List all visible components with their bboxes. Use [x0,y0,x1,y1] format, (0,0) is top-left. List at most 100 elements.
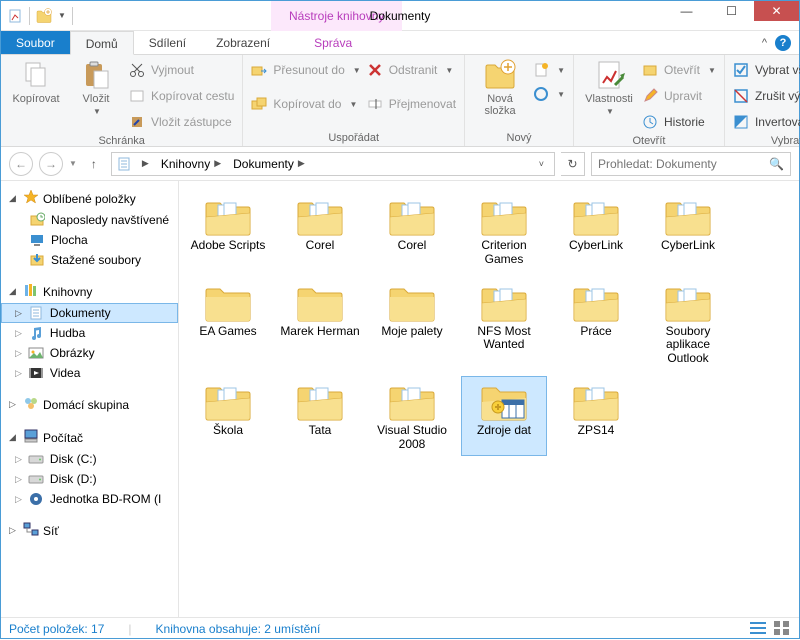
details-view-icon[interactable] [749,620,767,639]
open-button[interactable]: Otevřít▼ [642,59,716,81]
nav-label: Domácí skupina [43,398,129,412]
icons-view-icon[interactable] [773,620,791,639]
rename-icon [367,96,383,112]
folder-name: ZPS14 [578,424,615,438]
folder-icon [388,380,436,422]
sidebar-item-pictures[interactable]: ▷Obrázky [1,343,178,363]
tab-manage[interactable]: Správa [299,31,367,54]
sidebar-item-documents[interactable]: ▷Dokumenty [1,303,178,323]
select-all-button[interactable]: Vybrat vše [733,59,800,81]
disk-icon [28,451,44,467]
easy-access-button[interactable]: ▼ [533,83,565,105]
help-icon[interactable]: ? [775,35,791,51]
paste-shortcut-button[interactable]: Vložit zástupce [129,111,234,133]
edit-button[interactable]: Upravit [642,85,716,107]
sidebar-item-downloads[interactable]: Stažené soubory [1,250,178,270]
copy-label: Kopírovat [12,93,59,105]
crumb-libraries[interactable]: Knihovny▶ [155,157,227,171]
content-area[interactable]: Adobe ScriptsCorelCorelCriterion GamesCy… [179,181,799,617]
address-bar: ← → ▼ ↑ ▶ Knihovny▶ Dokumenty▶ ˅ ↻ 🔍 [1,147,799,181]
ribbon-help: ^ ? [754,31,799,54]
folder-item[interactable]: ZPS14 [553,376,639,456]
breadcrumb[interactable]: ▶ Knihovny▶ Dokumenty▶ ˅ [111,152,555,176]
tab-home[interactable]: Domů [70,31,134,55]
folder-item[interactable]: EA Games [185,277,271,370]
nav-favorites-header[interactable]: ◢Oblíbené položky [1,187,178,210]
delete-label: Odstranit [389,63,438,77]
maximize-button[interactable]: ☐ [709,1,754,21]
folder-item[interactable]: Práce [553,277,639,370]
folder-item[interactable]: CyberLink [553,191,639,271]
new-folder-qat-icon[interactable] [36,8,52,24]
folder-item[interactable]: Škola [185,376,271,456]
folder-item[interactable]: Zdroje dat [461,376,547,456]
minimize-button[interactable]: — [664,1,709,21]
tab-view[interactable]: Zobrazení [201,31,285,54]
folder-item[interactable]: Adobe Scripts [185,191,271,271]
shortcut-icon [129,114,145,130]
sidebar-item-desktop[interactable]: Plocha [1,230,178,250]
rename-button[interactable]: Přejmenovat [367,93,456,115]
nav-homegroup[interactable]: ▷Domácí skupina [1,393,178,416]
tab-file[interactable]: Soubor [1,31,70,54]
copy-path-button[interactable]: Kopírovat cestu [129,85,234,107]
chevron-down-icon[interactable]: ˅ [533,159,550,169]
nav-computer-header[interactable]: ◢Počítač [1,426,178,449]
sidebar-item-disk-d[interactable]: ▷Disk (D:) [1,469,178,489]
back-button[interactable]: ← [9,152,33,176]
new-item-button[interactable]: ▼ [533,59,565,81]
folder-item[interactable]: NFS Most Wanted [461,277,547,370]
close-button[interactable]: ✕ [754,1,799,21]
sidebar-item-bdrom[interactable]: ▷Jednotka BD-ROM (I [1,489,178,509]
folder-item[interactable]: Visual Studio 2008 [369,376,455,456]
history-button[interactable]: Historie [642,111,716,133]
history-icon [642,114,658,130]
group-label: Nový [473,130,565,144]
crumb-label: Dokumenty [233,157,294,171]
folder-item[interactable]: Corel [277,191,363,271]
sidebar-item-recent[interactable]: Naposledy navštívené [1,210,178,230]
sidebar-item-disk-c[interactable]: ▷Disk (C:) [1,449,178,469]
move-to-button[interactable]: Přesunout do▼ [251,59,360,81]
invert-selection-button[interactable]: Invertovat výběr [733,111,800,133]
paste-shortcut-label: Vložit zástupce [151,115,232,129]
nav-item-label: Videa [50,366,80,380]
cut-button[interactable]: Vyjmout [129,59,234,81]
properties-button[interactable]: Vlastnosti ▼ [582,59,636,116]
forward-button[interactable]: → [39,152,63,176]
folder-item[interactable]: Marek Herman [277,277,363,370]
tab-share[interactable]: Sdílení [134,31,201,54]
folder-icon [296,195,344,237]
chevron-down-icon[interactable]: ▼ [58,11,66,20]
chevron-up-icon[interactable]: ^ [762,37,767,49]
crumb-chevron[interactable]: ▶ [136,158,155,169]
properties-qat-icon[interactable] [7,8,23,24]
folder-item[interactable]: Soubory aplikace Outlook [645,277,731,370]
status-locations: Knihovna obsahuje: 2 umístění [156,622,321,636]
folder-item[interactable]: Criterion Games [461,191,547,271]
folder-name: Corel [398,239,427,253]
delete-button[interactable]: Odstranit▼ [367,59,456,81]
separator [29,7,30,25]
crumb-documents[interactable]: Dokumenty▶ [227,157,311,171]
folder-item[interactable]: Moje palety [369,277,455,370]
nav-libraries-header[interactable]: ◢Knihovny [1,280,178,303]
folder-item[interactable]: CyberLink [645,191,731,271]
recent-locations-icon[interactable]: ▼ [69,159,77,168]
paste-button[interactable]: Vložit ▼ [69,59,123,116]
sidebar-item-videos[interactable]: ▷Videa [1,363,178,383]
search-box[interactable]: 🔍 [591,152,791,176]
folder-item[interactable]: Tata [277,376,363,456]
refresh-button[interactable]: ↻ [561,152,585,176]
nav-network[interactable]: ▷Síť [1,519,178,542]
nav-item-label: Disk (C:) [50,452,97,466]
folder-icon [296,281,344,323]
copy-button[interactable]: Kopírovat [9,59,63,105]
folder-item[interactable]: Corel [369,191,455,271]
up-button[interactable]: ↑ [83,153,105,175]
select-none-button[interactable]: Zrušit výběr [733,85,800,107]
search-input[interactable] [598,157,769,171]
sidebar-item-music[interactable]: ▷Hudba [1,323,178,343]
new-folder-button[interactable]: Nová složka [473,59,527,117]
copy-to-button[interactable]: Kopírovat do▼ [251,93,360,115]
